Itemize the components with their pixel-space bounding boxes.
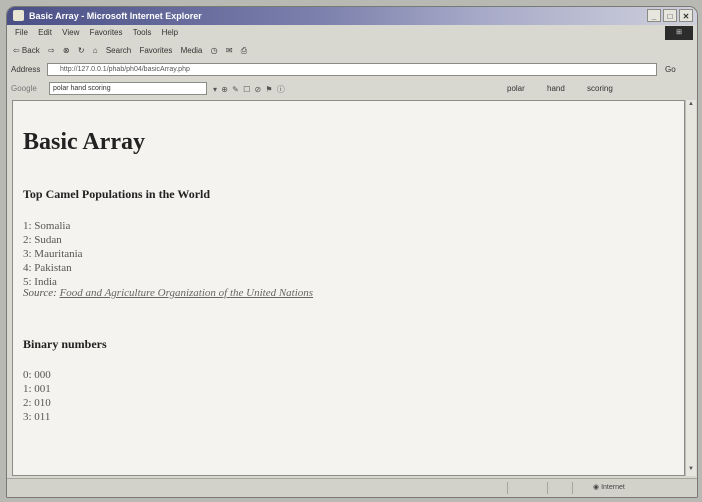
maximize-button[interactable]: □ bbox=[663, 9, 677, 22]
menu-help[interactable]: Help bbox=[162, 28, 178, 37]
vertical-scrollbar[interactable]: ▲ ▼ bbox=[685, 100, 696, 476]
camel-list: 1: Somalia 2: Sudan 3: Mauritania 4: Pak… bbox=[23, 219, 83, 289]
scroll-up-icon[interactable]: ▲ bbox=[687, 101, 695, 110]
highlight-polar-button[interactable]: polar bbox=[507, 84, 525, 93]
ie-logo-icon bbox=[13, 10, 24, 21]
menu-bar: File Edit View Favorites Tools Help ⊞ bbox=[7, 25, 697, 41]
stop-icon[interactable]: ⊗ bbox=[63, 46, 70, 55]
google-toolbar-icons[interactable]: ▾ ⊕ ✎ ☐ ⊘ ⚑ ⓘ bbox=[213, 84, 286, 95]
window-controls: _ □ ✕ bbox=[647, 9, 693, 22]
list-item: 2: 010 bbox=[23, 397, 51, 409]
source-label: Source: bbox=[23, 287, 57, 299]
source-link[interactable]: Food and Agriculture Organization of the… bbox=[60, 287, 314, 299]
search-button[interactable]: Search bbox=[106, 46, 131, 55]
title-bar: Basic Array - Microsoft Internet Explore… bbox=[7, 7, 697, 25]
status-divider bbox=[547, 482, 548, 494]
list-item: 1: Somalia bbox=[23, 220, 71, 232]
menu-favorites[interactable]: Favorites bbox=[90, 28, 123, 37]
print-icon[interactable]: ⎙ bbox=[241, 46, 247, 55]
page-content: Basic Array Top Camel Populations in the… bbox=[12, 100, 685, 476]
list-item: 1: 001 bbox=[23, 383, 51, 395]
minimize-button[interactable]: _ bbox=[647, 9, 661, 22]
list-item: 3: Mauritania bbox=[23, 248, 83, 260]
binary-heading: Binary numbers bbox=[23, 337, 107, 351]
status-divider bbox=[572, 482, 573, 494]
google-search-input[interactable]: polar hand scoring bbox=[49, 82, 207, 95]
browser-window: Basic Array - Microsoft Internet Explore… bbox=[6, 6, 698, 498]
back-button[interactable]: ⇦ Back bbox=[13, 46, 40, 55]
media-button[interactable]: Media bbox=[181, 46, 203, 55]
menu-tools[interactable]: Tools bbox=[133, 28, 152, 37]
windows-logo-icon: ⊞ bbox=[665, 26, 693, 40]
favorites-button[interactable]: Favorites bbox=[139, 46, 172, 55]
binary-list: 0: 000 1: 001 2: 010 3: 011 bbox=[23, 368, 51, 424]
internet-zone-label: ◉ Internet bbox=[593, 484, 625, 491]
camel-heading: Top Camel Populations in the World bbox=[23, 187, 211, 201]
address-label: Address bbox=[11, 65, 41, 74]
close-button[interactable]: ✕ bbox=[679, 9, 693, 22]
highlight-hand-button[interactable]: hand bbox=[547, 84, 565, 93]
source-line: Source: Food and Agriculture Organizatio… bbox=[23, 287, 313, 299]
menu-file[interactable]: File bbox=[15, 28, 28, 37]
history-icon[interactable]: ◷ bbox=[211, 46, 218, 55]
list-item: 3: 011 bbox=[23, 411, 51, 423]
refresh-icon[interactable]: ↻ bbox=[78, 46, 85, 55]
list-item: 0: 000 bbox=[23, 369, 51, 381]
highlight-scoring-button[interactable]: scoring bbox=[587, 84, 613, 93]
mail-icon[interactable]: ✉ bbox=[226, 46, 233, 55]
menu-edit[interactable]: Edit bbox=[38, 28, 52, 37]
google-label: Google bbox=[11, 84, 37, 93]
list-item: 2: Sudan bbox=[23, 234, 62, 246]
google-toolbar: Google polar hand scoring ▾ ⊕ ✎ ☐ ⊘ ⚑ ⓘ … bbox=[7, 79, 697, 99]
standard-toolbar: ⇦ Back ⇨ ⊗ ↻ ⌂ Search Favorites Media ◷ … bbox=[7, 41, 697, 61]
page-title: Basic Array bbox=[23, 129, 145, 155]
scroll-down-icon[interactable]: ▼ bbox=[687, 466, 695, 475]
status-bar: ◉ Internet bbox=[7, 478, 697, 497]
window-title: Basic Array - Microsoft Internet Explore… bbox=[29, 11, 202, 21]
menu-view[interactable]: View bbox=[62, 28, 79, 37]
zone-text: Internet bbox=[601, 484, 625, 491]
status-divider bbox=[507, 482, 508, 494]
address-input[interactable]: http://127.0.0.1/phab/ph04/basicArray.ph… bbox=[47, 63, 657, 76]
list-item: 4: Pakistan bbox=[23, 262, 72, 274]
address-bar: Address http://127.0.0.1/phab/ph04/basic… bbox=[7, 61, 697, 79]
home-icon[interactable]: ⌂ bbox=[93, 46, 98, 55]
go-button[interactable]: Go bbox=[665, 65, 676, 74]
forward-button-icon[interactable]: ⇨ bbox=[48, 46, 55, 55]
